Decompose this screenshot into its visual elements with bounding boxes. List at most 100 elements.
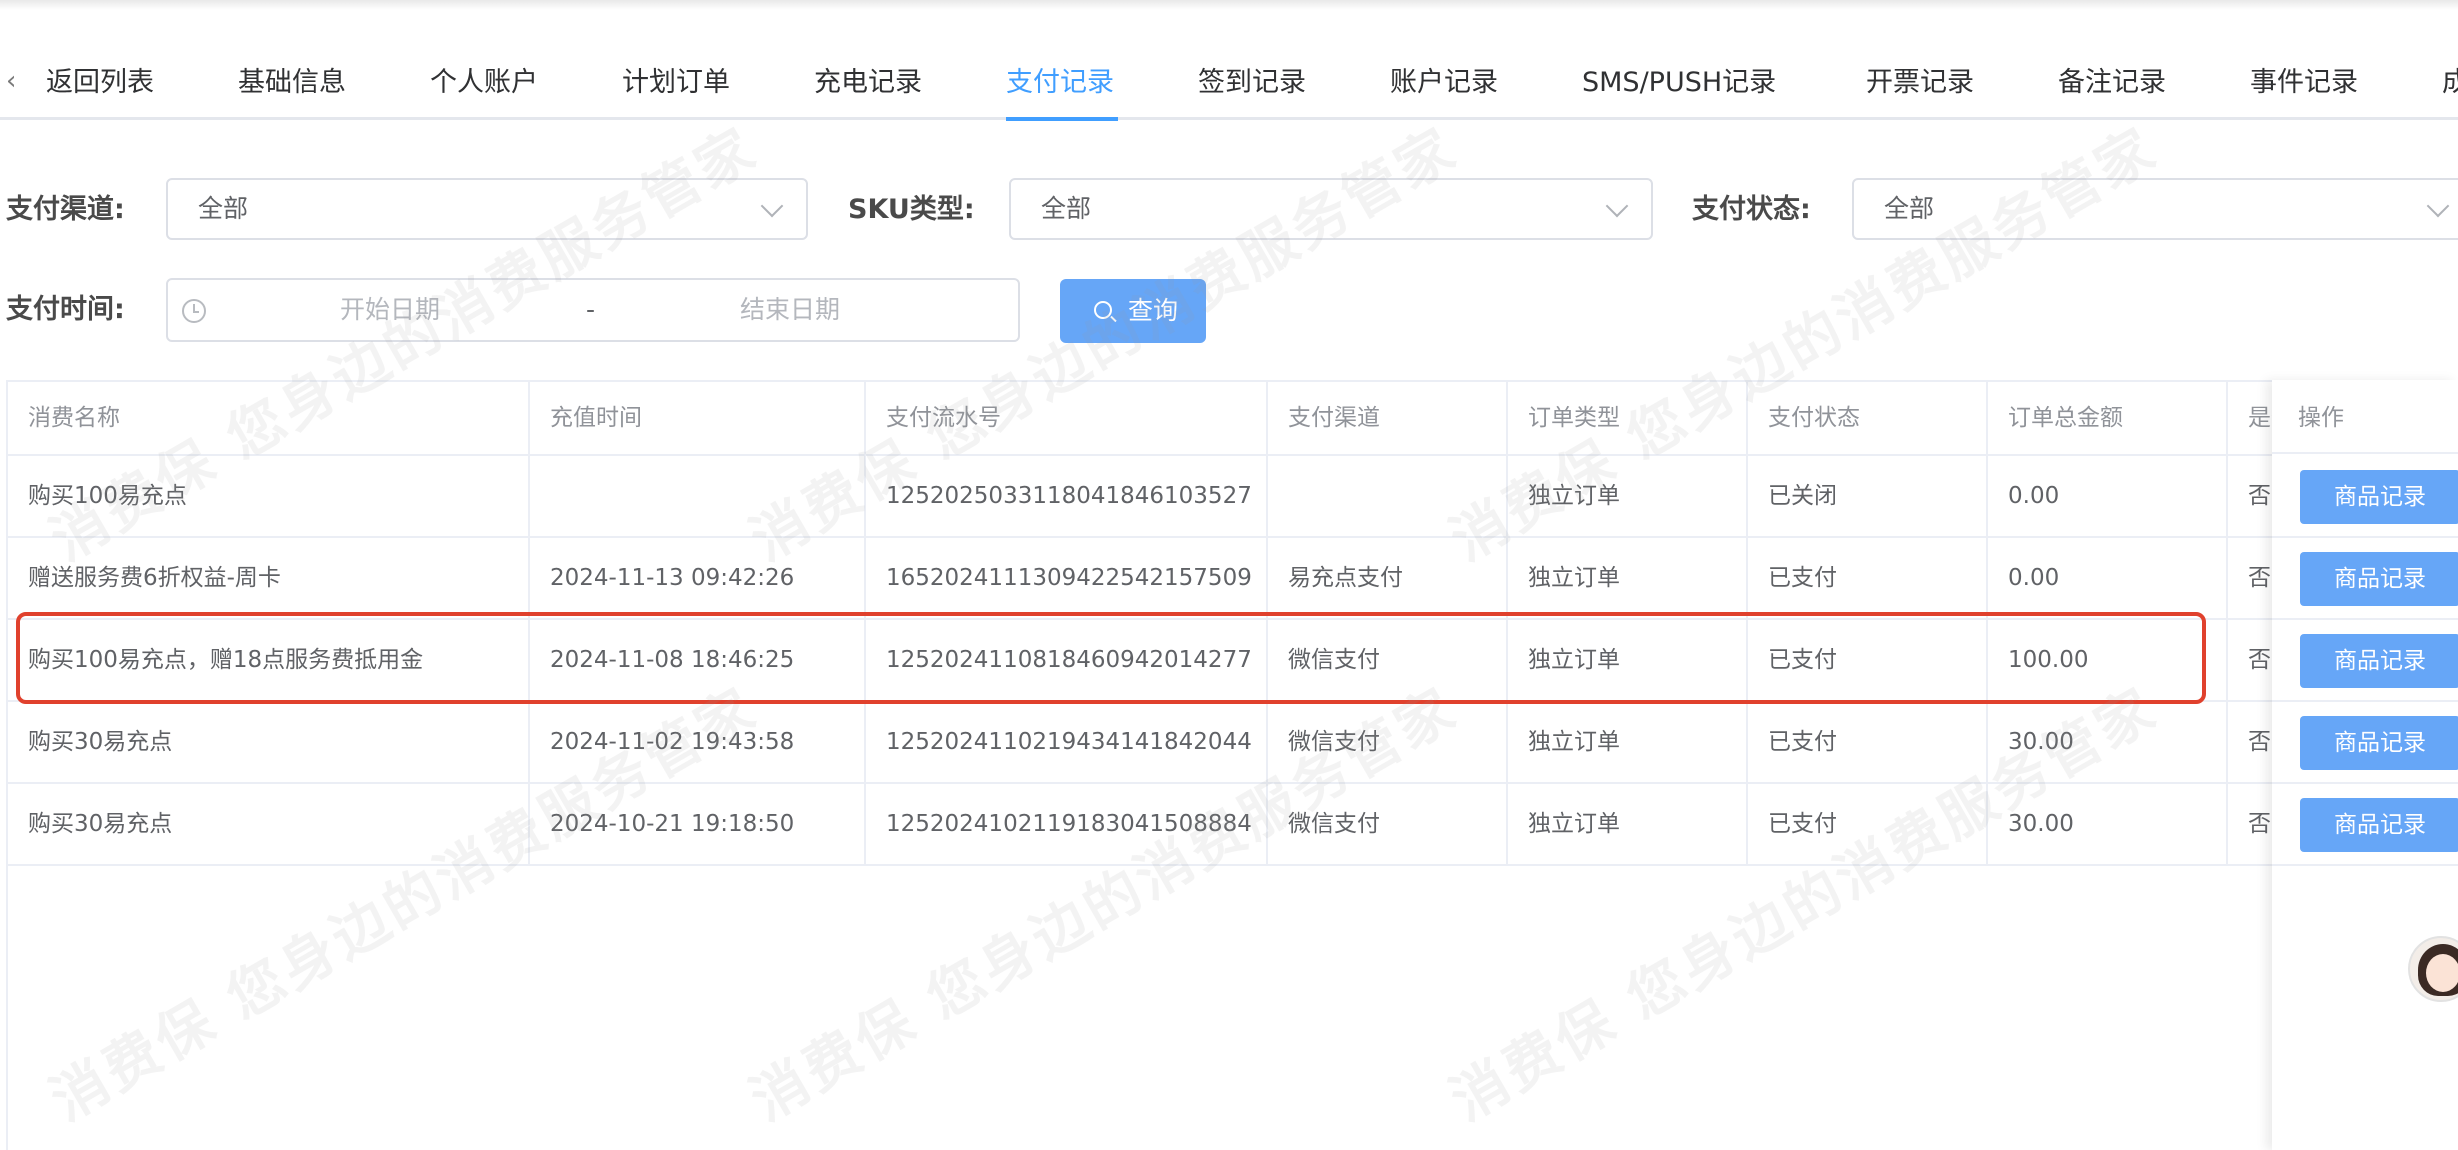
pay-status-label: 支付状态: <box>1692 194 1811 225</box>
cell-pay-channel: 易充点支付 <box>1268 538 1508 618</box>
cell-order-type: 独立订单 <box>1508 784 1748 864</box>
cell-pay-status: 已支付 <box>1748 538 1988 618</box>
header-recharge-time: 充值时间 <box>530 382 866 454</box>
pay-status-select[interactable]: 全部 <box>1852 178 2458 240</box>
tab-event-records[interactable]: 事件记录 <box>2250 58 2358 108</box>
cell-transaction-no: 1252025033118041846103527 <box>866 456 1268 536</box>
tab-remark-records[interactable]: 备注记录 <box>2058 58 2166 108</box>
top-shadow <box>0 0 2458 10</box>
cell-order-total: 30.00 <box>1988 784 2228 864</box>
tab-sms-push-records[interactable]: SMS/PUSH记录 <box>1582 58 1776 108</box>
cell-transaction-no: 1252024110219434141842044 <box>866 702 1268 782</box>
avatar-face <box>2426 954 2458 992</box>
cell-pay-channel: 微信支付 <box>1268 702 1508 782</box>
cell-recharge-time: 2024-11-02 19:43:58 <box>530 702 866 782</box>
table-row: 赠送服务费6折权益-周卡 2024-11-13 09:42:26 1652024… <box>8 538 2458 620</box>
chevron-down-icon <box>760 194 784 218</box>
operations-cell: 商品记录 <box>2272 620 2458 702</box>
tab-invoice-records[interactable]: 开票记录 <box>1866 58 1974 108</box>
cell-order-total: 100.00 <box>1988 620 2228 700</box>
header-order-type: 订单类型 <box>1508 382 1748 454</box>
operations-cell: 商品记录 <box>2272 702 2458 784</box>
cell-consumption-name: 购买100易充点 <box>8 456 530 536</box>
tab-overflow[interactable]: 成 <box>2442 58 2458 108</box>
tab-payment-records[interactable]: 支付记录 <box>1006 58 1114 108</box>
pay-time-label: 支付时间: <box>6 294 125 325</box>
cell-consumption-name: 购买30易充点 <box>8 784 530 864</box>
cell-pay-channel <box>1268 456 1508 536</box>
goods-record-button[interactable]: 商品记录 <box>2300 798 2458 852</box>
clock-icon <box>182 299 206 323</box>
pay-channel-label: 支付渠道: <box>6 194 125 225</box>
sku-type-value: 全部 <box>1041 194 1092 223</box>
cell-order-type: 独立订单 <box>1508 456 1748 536</box>
date-range-separator: - <box>586 295 596 324</box>
chevron-down-icon <box>1605 194 1629 218</box>
active-tab-indicator <box>1006 117 1118 121</box>
cell-pay-status: 已支付 <box>1748 702 1988 782</box>
header-pay-channel: 支付渠道 <box>1268 382 1508 454</box>
cell-pay-channel: 微信支付 <box>1268 620 1508 700</box>
tab-account-records[interactable]: 账户记录 <box>1390 58 1498 108</box>
tab-basic-info[interactable]: 基础信息 <box>238 58 346 108</box>
tab-checkin-records[interactable]: 签到记录 <box>1198 58 1306 108</box>
cell-order-type: 独立订单 <box>1508 620 1748 700</box>
payment-records-page: ‹ 返回列表 基础信息 个人账户 计划订单 充电记录 支付记录 签到记录 账户记… <box>0 0 2458 1150</box>
cell-order-total: 30.00 <box>1988 702 2228 782</box>
pay-channel-select[interactable]: 全部 <box>166 178 808 240</box>
header-pay-status: 支付状态 <box>1748 382 1988 454</box>
cell-consumption-name: 购买30易充点 <box>8 702 530 782</box>
cell-consumption-name: 购买100易充点，赠18点服务费抵用金 <box>8 620 530 700</box>
cell-recharge-time <box>530 456 866 536</box>
chevron-left-icon[interactable]: ‹ <box>6 66 28 96</box>
goods-record-button[interactable]: 商品记录 <box>2300 716 2458 770</box>
operations-column: 操作 商品记录 商品记录 商品记录 商品记录 商品记录 <box>2272 380 2458 1150</box>
cell-pay-status: 已关闭 <box>1748 456 1988 536</box>
header-operations: 操作 <box>2272 382 2458 454</box>
operations-cell: 商品记录 <box>2272 538 2458 620</box>
pay-time-range-picker[interactable]: 开始日期 - 结束日期 <box>166 278 1020 342</box>
cell-recharge-time: 2024-11-08 18:46:25 <box>530 620 866 700</box>
cell-transaction-no: 1252024110818460942014277 <box>866 620 1268 700</box>
goods-record-button[interactable]: 商品记录 <box>2300 552 2458 606</box>
cell-pay-status: 已支付 <box>1748 620 1988 700</box>
table-row: 购买100易充点，赠18点服务费抵用金 2024-11-08 18:46:25 … <box>8 620 2458 702</box>
header-order-total: 订单总金额 <box>1988 382 2228 454</box>
cell-transaction-no: 1652024111309422542157509 <box>866 538 1268 618</box>
query-button[interactable]: 查询 <box>1060 279 1206 343</box>
operations-cell: 商品记录 <box>2272 784 2458 866</box>
pay-status-value: 全部 <box>1884 194 1935 223</box>
cell-order-total: 0.00 <box>1988 456 2228 536</box>
goods-record-button[interactable]: 商品记录 <box>2300 470 2458 524</box>
tab-back-to-list[interactable]: 返回列表 <box>46 58 154 108</box>
tab-charging-records[interactable]: 充电记录 <box>814 58 922 108</box>
start-date-input[interactable]: 开始日期 <box>340 280 440 340</box>
cell-pay-status: 已支付 <box>1748 784 1988 864</box>
search-icon <box>1094 301 1112 319</box>
tab-planned-orders[interactable]: 计划订单 <box>622 58 730 108</box>
sku-type-select[interactable]: 全部 <box>1009 178 1653 240</box>
operations-cell: 商品记录 <box>2272 456 2458 538</box>
table-row: 购买30易充点 2024-11-02 19:43:58 125202411021… <box>8 702 2458 784</box>
table-header-row: 消费名称 充值时间 支付流水号 支付渠道 订单类型 支付状态 订单总金额 是否 <box>8 382 2458 456</box>
cell-recharge-time: 2024-11-13 09:42:26 <box>530 538 866 618</box>
cell-recharge-time: 2024-10-21 19:18:50 <box>530 784 866 864</box>
chevron-down-icon <box>2426 194 2450 218</box>
header-consumption-name: 消费名称 <box>8 382 530 454</box>
end-date-input[interactable]: 结束日期 <box>740 280 840 340</box>
table-row: 购买30易充点 2024-10-21 19:18:50 125202410211… <box>8 784 2458 866</box>
table-row: 购买100易充点 1252025033118041846103527 独立订单 … <box>8 456 2458 538</box>
tab-personal-account[interactable]: 个人账户 <box>430 58 538 108</box>
payment-records-table: 消费名称 充值时间 支付流水号 支付渠道 订单类型 支付状态 订单总金额 是否 … <box>6 380 2458 1150</box>
header-transaction-no: 支付流水号 <box>866 382 1268 454</box>
cell-order-type: 独立订单 <box>1508 538 1748 618</box>
pay-channel-value: 全部 <box>198 194 249 223</box>
cell-order-type: 独立订单 <box>1508 702 1748 782</box>
cell-transaction-no: 1252024102119183041508884 <box>866 784 1268 864</box>
cell-consumption-name: 赠送服务费6折权益-周卡 <box>8 538 530 618</box>
query-button-label: 查询 <box>1128 296 1179 325</box>
cell-pay-channel: 微信支付 <box>1268 784 1508 864</box>
goods-record-button[interactable]: 商品记录 <box>2300 634 2458 688</box>
tab-bar: ‹ 返回列表 基础信息 个人账户 计划订单 充电记录 支付记录 签到记录 账户记… <box>0 44 2458 121</box>
sku-type-label: SKU类型: <box>848 194 975 225</box>
